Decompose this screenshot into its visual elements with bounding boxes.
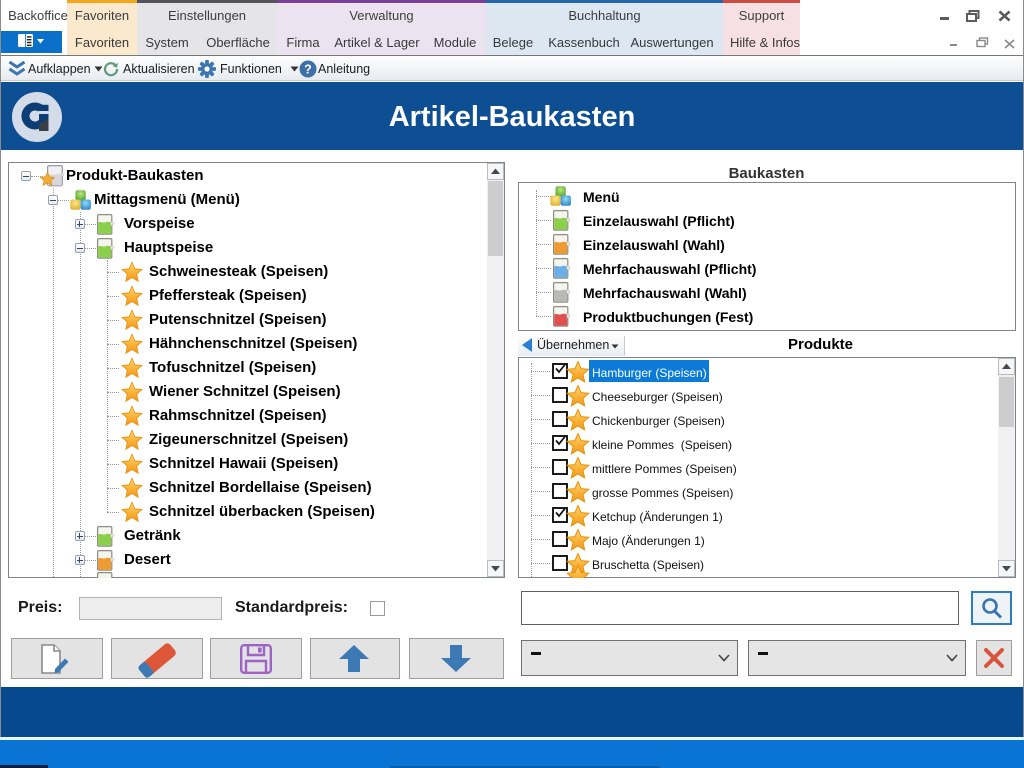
svg-text:?: ?	[304, 62, 312, 76]
